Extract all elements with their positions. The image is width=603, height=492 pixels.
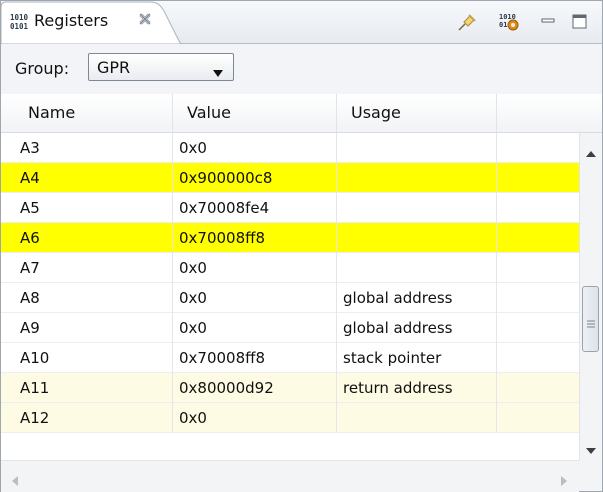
register-usage-cell bbox=[337, 133, 497, 163]
table-row[interactable]: A9 0x0 global address bbox=[1, 313, 579, 343]
tab-registers[interactable]: 1010 0101 Registers bbox=[1, 1, 181, 44]
minimize-icon[interactable] bbox=[536, 10, 560, 34]
pin-icon[interactable] bbox=[455, 10, 479, 34]
table-row[interactable]: A10 0x70008ff8 stack pointer bbox=[1, 343, 579, 373]
filler-cell bbox=[497, 343, 579, 373]
filler-cell bbox=[497, 253, 579, 283]
binary-registers-icon: 1010 0101 bbox=[10, 13, 30, 31]
close-icon[interactable] bbox=[137, 11, 153, 27]
chevron-down-icon bbox=[213, 64, 223, 77]
filler-cell bbox=[497, 133, 579, 163]
table-row[interactable]: A11 0x80000d92 return address bbox=[1, 373, 579, 403]
group-selector-row: Group: GPR bbox=[1, 44, 602, 94]
register-value-cell[interactable]: 0x0 bbox=[173, 313, 337, 343]
maximize-icon[interactable] bbox=[568, 10, 592, 34]
register-value-cell[interactable]: 0x70008ff8 bbox=[173, 343, 337, 373]
register-usage-cell: global address bbox=[337, 313, 497, 343]
register-usage-cell: global address bbox=[337, 283, 497, 313]
register-name-cell: A6 bbox=[1, 223, 173, 253]
table-header: Name Value Usage bbox=[1, 94, 602, 133]
table-row[interactable]: A4 0x900000c8 bbox=[1, 163, 579, 193]
register-value-cell[interactable]: 0x70008ff8 bbox=[173, 223, 337, 253]
table-row[interactable]: A7 0x0 bbox=[1, 253, 579, 283]
register-name-cell: A12 bbox=[1, 403, 173, 433]
register-value-cell[interactable]: 0x0 bbox=[173, 283, 337, 313]
table-row[interactable]: A8 0x0 global address bbox=[1, 283, 579, 313]
register-name-cell: A9 bbox=[1, 313, 173, 343]
register-value-cell[interactable]: 0x80000d92 bbox=[173, 373, 337, 403]
register-usage-cell bbox=[337, 193, 497, 223]
register-usage-cell bbox=[337, 253, 497, 283]
table-body: A3 0x0 A4 0x900000c8 A5 0x70008fe4 A6 0x70008ff… bbox=[1, 133, 579, 433]
group-selected-value: GPR bbox=[97, 58, 131, 77]
group-label: Group: bbox=[15, 59, 70, 78]
vertical-scroll-thumb[interactable] bbox=[582, 286, 599, 352]
register-value-cell[interactable]: 0x0 bbox=[173, 133, 337, 163]
horizontal-scrollbar[interactable] bbox=[1, 460, 579, 492]
register-name-cell: A8 bbox=[1, 283, 173, 313]
register-settings-icon[interactable]: 1010 0101 bbox=[499, 10, 523, 34]
table-row[interactable]: A6 0x70008ff8 bbox=[1, 223, 579, 253]
filler-cell bbox=[497, 313, 579, 343]
register-value-cell[interactable]: 0x0 bbox=[173, 253, 337, 283]
register-name-cell: A11 bbox=[1, 373, 173, 403]
view-tab-bar: 1010 0101 Registers 1010 0101 bbox=[1, 1, 602, 44]
column-header-filler bbox=[497, 94, 602, 132]
register-name-cell: A10 bbox=[1, 343, 173, 373]
register-name-cell: A5 bbox=[1, 193, 173, 223]
registers-table: Name Value Usage A3 0x0 A4 0x900000c8 A5 0x70… bbox=[1, 94, 602, 460]
register-usage-cell bbox=[337, 223, 497, 253]
scroll-down-icon[interactable] bbox=[586, 441, 596, 454]
register-name-cell: A3 bbox=[1, 133, 173, 163]
filler-cell bbox=[497, 403, 579, 433]
column-header-value[interactable]: Value bbox=[173, 94, 337, 132]
filler-cell bbox=[497, 373, 579, 403]
register-name-cell: A4 bbox=[1, 163, 173, 193]
vertical-scrollbar[interactable] bbox=[579, 133, 602, 460]
scroll-left-icon[interactable] bbox=[11, 472, 18, 486]
table-row[interactable]: A5 0x70008fe4 bbox=[1, 193, 579, 223]
column-header-usage[interactable]: Usage bbox=[337, 94, 497, 132]
svg-text:1010: 1010 bbox=[10, 13, 29, 22]
register-value-cell[interactable]: 0x0 bbox=[173, 403, 337, 433]
filler-cell bbox=[497, 283, 579, 313]
register-usage-cell: return address bbox=[337, 373, 497, 403]
register-usage-cell bbox=[337, 403, 497, 433]
register-value-cell[interactable]: 0x70008fe4 bbox=[173, 193, 337, 223]
filler-cell bbox=[497, 163, 579, 193]
column-header-name[interactable]: Name bbox=[14, 94, 173, 132]
register-usage-cell bbox=[337, 163, 497, 193]
scrollbar-corner bbox=[579, 460, 602, 491]
table-row[interactable]: A12 0x0 bbox=[1, 403, 579, 433]
register-name-cell: A7 bbox=[1, 253, 173, 283]
scroll-right-icon[interactable] bbox=[561, 472, 568, 486]
registers-view: 1010 0101 Registers 1010 0101 Group: GPR… bbox=[0, 0, 603, 492]
grip-icon bbox=[587, 314, 595, 328]
register-usage-cell: stack pointer bbox=[337, 343, 497, 373]
svg-text:0101: 0101 bbox=[10, 22, 29, 31]
filler-cell bbox=[497, 223, 579, 253]
scroll-up-icon[interactable] bbox=[586, 143, 596, 157]
tab-title: Registers bbox=[34, 11, 109, 30]
filler-cell bbox=[497, 193, 579, 223]
register-value-cell[interactable]: 0x900000c8 bbox=[173, 163, 337, 193]
table-row[interactable]: A3 0x0 bbox=[1, 133, 579, 163]
group-dropdown[interactable]: GPR bbox=[88, 53, 234, 81]
